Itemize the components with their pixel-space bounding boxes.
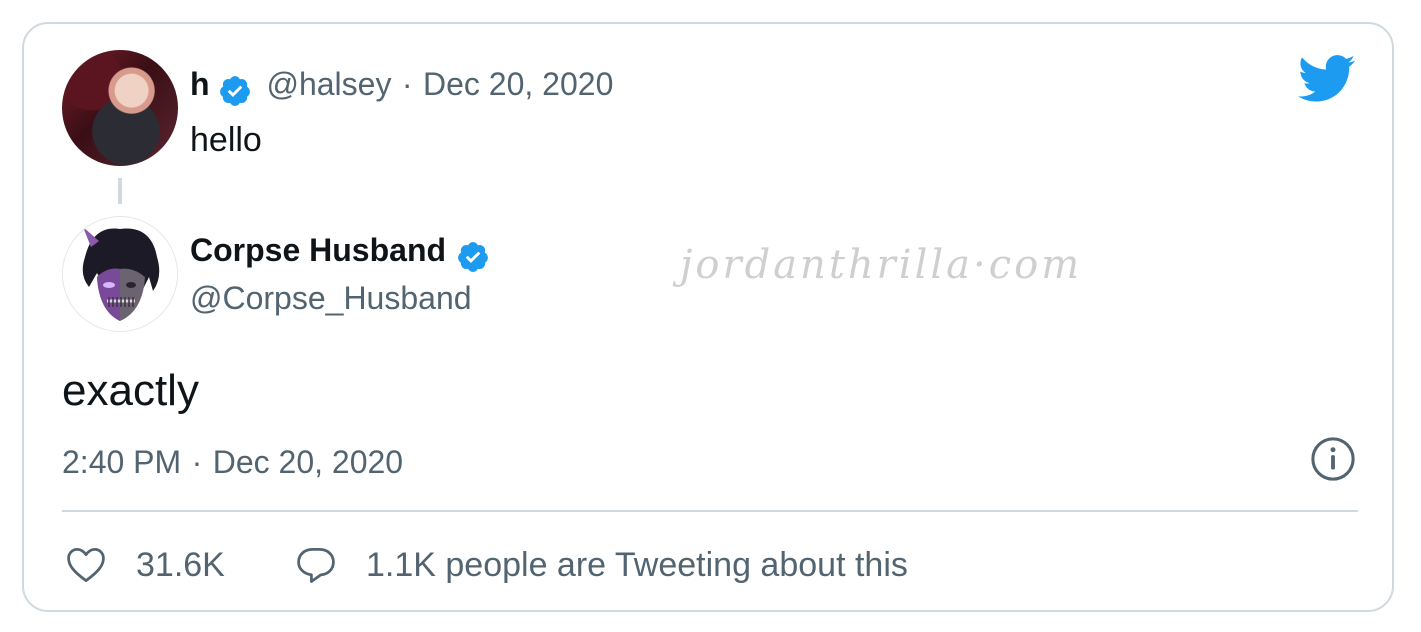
tweet-timestamp[interactable]: 2:40 PM · Dec 20, 2020 <box>62 444 403 480</box>
like-action[interactable]: 31.6K <box>64 542 225 588</box>
main-tweet-text: exactly <box>62 366 199 415</box>
parent-display-name[interactable]: h <box>190 66 210 102</box>
verified-badge-icon <box>458 241 489 272</box>
corpse-husband-avatar[interactable] <box>62 216 178 332</box>
heart-icon <box>67 548 105 582</box>
info-icon[interactable] <box>1310 436 1356 482</box>
parent-tweet-header: h @halsey · Dec 20, 2020 <box>190 66 613 108</box>
like-count: 31.6K <box>136 546 225 584</box>
tweet-time: 2:40 PM <box>62 444 182 480</box>
avatar-illustration <box>63 217 177 331</box>
parent-date[interactable]: Dec 20, 2020 <box>423 66 613 102</box>
actions-divider <box>62 510 1358 512</box>
main-tweet-author: Corpse Husband <box>190 232 490 274</box>
twitter-bird-icon[interactable] <box>1298 54 1356 104</box>
tweet-date: Dec 20, 2020 <box>212 444 404 480</box>
tweet-embed-card: h @halsey · Dec 20, 2020 hello Corpse Hu… <box>22 22 1394 612</box>
conversation-text: 1.1K people are Tweeting about this <box>366 546 908 584</box>
main-display-name[interactable]: Corpse Husband <box>190 232 446 268</box>
verified-badge-icon <box>220 75 250 106</box>
parent-tweet-text: hello <box>190 121 262 159</box>
timestamp-separator: · <box>191 444 203 480</box>
parent-handle[interactable]: @halsey <box>266 66 391 102</box>
halsey-avatar[interactable] <box>62 50 178 166</box>
main-handle[interactable]: @Corpse_Husband <box>190 280 472 316</box>
speech-bubble-icon <box>297 548 335 583</box>
watermark-text: jordanthrilla·com <box>680 242 1083 288</box>
conversation-action[interactable]: 1.1K people are Tweeting about this <box>292 542 908 588</box>
parent-separator: · <box>401 66 413 102</box>
thread-connector-line <box>118 178 122 204</box>
